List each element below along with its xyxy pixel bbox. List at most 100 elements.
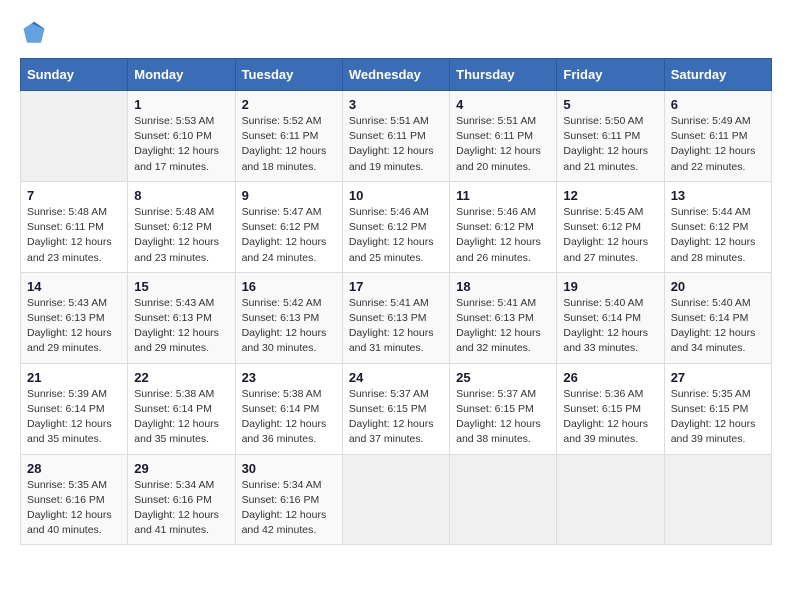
day-number: 1 [134,97,228,112]
day-info: Sunrise: 5:46 AMSunset: 6:12 PMDaylight:… [349,205,443,266]
day-info: Sunrise: 5:34 AMSunset: 6:16 PMDaylight:… [242,478,336,539]
calendar-cell: 22 Sunrise: 5:38 AMSunset: 6:14 PMDayligh… [128,363,235,454]
day-info: Sunrise: 5:40 AMSunset: 6:14 PMDaylight:… [563,296,657,357]
day-number: 29 [134,461,228,476]
day-info: Sunrise: 5:51 AMSunset: 6:11 PMDaylight:… [349,114,443,175]
col-header-monday: Monday [128,59,235,91]
day-number: 22 [134,370,228,385]
day-number: 9 [242,188,336,203]
day-info: Sunrise: 5:35 AMSunset: 6:15 PMDaylight:… [671,387,765,448]
day-info: Sunrise: 5:45 AMSunset: 6:12 PMDaylight:… [563,205,657,266]
col-header-sunday: Sunday [21,59,128,91]
day-number: 2 [242,97,336,112]
col-header-tuesday: Tuesday [235,59,342,91]
calendar-table: SundayMondayTuesdayWednesdayThursdayFrid… [20,58,772,545]
calendar-cell: 29 Sunrise: 5:34 AMSunset: 6:16 PMDayligh… [128,454,235,545]
day-number: 24 [349,370,443,385]
day-info: Sunrise: 5:52 AMSunset: 6:11 PMDaylight:… [242,114,336,175]
calendar-week-row: 1 Sunrise: 5:53 AMSunset: 6:10 PMDaylight… [21,91,772,182]
day-info: Sunrise: 5:40 AMSunset: 6:14 PMDaylight:… [671,296,765,357]
calendar-cell: 25Sunrise: 5:37 AMSunset: 6:15 PMDayligh… [450,363,557,454]
calendar-cell [450,454,557,545]
calendar-cell [557,454,664,545]
day-info: Sunrise: 5:50 AMSunset: 6:11 PMDaylight:… [563,114,657,175]
day-number: 21 [27,370,121,385]
calendar-cell: 20 Sunrise: 5:40 AMSunset: 6:14 PMDayligh… [664,272,771,363]
calendar-cell: 27 Sunrise: 5:35 AMSunset: 6:15 PMDayligh… [664,363,771,454]
day-info: Sunrise: 5:34 AMSunset: 6:16 PMDaylight:… [134,478,228,539]
day-info: Sunrise: 5:41 AMSunset: 6:13 PMDaylight:… [456,296,550,357]
calendar-cell: 14 Sunrise: 5:43 AMSunset: 6:13 PMDayligh… [21,272,128,363]
day-info: Sunrise: 5:46 AMSunset: 6:12 PMDaylight:… [456,205,550,266]
day-number: 18 [456,279,550,294]
day-number: 14 [27,279,121,294]
col-header-wednesday: Wednesday [342,59,449,91]
day-number: 17 [349,279,443,294]
day-info: Sunrise: 5:37 AMSunset: 6:15 PMDaylight:… [456,387,550,448]
calendar-cell: 17 Sunrise: 5:41 AMSunset: 6:13 PMDayligh… [342,272,449,363]
calendar-cell: 13 Sunrise: 5:44 AMSunset: 6:12 PMDayligh… [664,181,771,272]
day-number: 7 [27,188,121,203]
calendar-cell [342,454,449,545]
page-header [20,20,772,48]
calendar-cell [664,454,771,545]
day-info: Sunrise: 5:42 AMSunset: 6:13 PMDaylight:… [242,296,336,357]
day-info: Sunrise: 5:53 AMSunset: 6:10 PMDaylight:… [134,114,228,175]
day-number: 20 [671,279,765,294]
day-number: 6 [671,97,765,112]
calendar-cell: 1 Sunrise: 5:53 AMSunset: 6:10 PMDaylight… [128,91,235,182]
day-info: Sunrise: 5:43 AMSunset: 6:13 PMDaylight:… [134,296,228,357]
calendar-week-row: 28 Sunrise: 5:35 AMSunset: 6:16 PMDayligh… [21,454,772,545]
day-info: Sunrise: 5:39 AMSunset: 6:14 PMDaylight:… [27,387,121,448]
day-info: Sunrise: 5:35 AMSunset: 6:16 PMDaylight:… [27,478,121,539]
calendar-header-row: SundayMondayTuesdayWednesdayThursdayFrid… [21,59,772,91]
calendar-cell: 26 Sunrise: 5:36 AMSunset: 6:15 PMDayligh… [557,363,664,454]
day-number: 11 [456,188,550,203]
calendar-cell: 12Sunrise: 5:45 AMSunset: 6:12 PMDayligh… [557,181,664,272]
day-info: Sunrise: 5:36 AMSunset: 6:15 PMDaylight:… [563,387,657,448]
calendar-cell: 21 Sunrise: 5:39 AMSunset: 6:14 PMDayligh… [21,363,128,454]
col-header-friday: Friday [557,59,664,91]
day-number: 19 [563,279,657,294]
day-number: 3 [349,97,443,112]
calendar-cell: 16 Sunrise: 5:42 AMSunset: 6:13 PMDayligh… [235,272,342,363]
calendar-cell: 19 Sunrise: 5:40 AMSunset: 6:14 PMDayligh… [557,272,664,363]
calendar-cell: 2 Sunrise: 5:52 AMSunset: 6:11 PMDaylight… [235,91,342,182]
day-number: 4 [456,97,550,112]
day-number: 30 [242,461,336,476]
day-info: Sunrise: 5:43 AMSunset: 6:13 PMDaylight:… [27,296,121,357]
day-number: 27 [671,370,765,385]
day-number: 15 [134,279,228,294]
calendar-cell [21,91,128,182]
calendar-week-row: 21 Sunrise: 5:39 AMSunset: 6:14 PMDayligh… [21,363,772,454]
day-number: 28 [27,461,121,476]
calendar-cell: 10 Sunrise: 5:46 AMSunset: 6:12 PMDayligh… [342,181,449,272]
calendar-cell: 9 Sunrise: 5:47 AMSunset: 6:12 PMDaylight… [235,181,342,272]
calendar-cell: 28 Sunrise: 5:35 AMSunset: 6:16 PMDayligh… [21,454,128,545]
day-info: Sunrise: 5:41 AMSunset: 6:13 PMDaylight:… [349,296,443,357]
day-number: 16 [242,279,336,294]
calendar-cell: 11 Sunrise: 5:46 AMSunset: 6:12 PMDayligh… [450,181,557,272]
calendar-cell: 24 Sunrise: 5:37 AMSunset: 6:15 PMDayligh… [342,363,449,454]
calendar-cell: 18 Sunrise: 5:41 AMSunset: 6:13 PMDayligh… [450,272,557,363]
day-info: Sunrise: 5:44 AMSunset: 6:12 PMDaylight:… [671,205,765,266]
calendar-cell: 15 Sunrise: 5:43 AMSunset: 6:13 PMDayligh… [128,272,235,363]
day-number: 5 [563,97,657,112]
calendar-week-row: 14 Sunrise: 5:43 AMSunset: 6:13 PMDayligh… [21,272,772,363]
calendar-cell: 4 Sunrise: 5:51 AMSunset: 6:11 PMDaylight… [450,91,557,182]
day-info: Sunrise: 5:49 AMSunset: 6:11 PMDaylight:… [671,114,765,175]
day-info: Sunrise: 5:38 AMSunset: 6:14 PMDaylight:… [134,387,228,448]
day-info: Sunrise: 5:51 AMSunset: 6:11 PMDaylight:… [456,114,550,175]
calendar-cell: 6 Sunrise: 5:49 AMSunset: 6:11 PMDaylight… [664,91,771,182]
day-number: 13 [671,188,765,203]
day-number: 26 [563,370,657,385]
calendar-cell: 8Sunrise: 5:48 AMSunset: 6:12 PMDaylight… [128,181,235,272]
calendar-cell: 3 Sunrise: 5:51 AMSunset: 6:11 PMDaylight… [342,91,449,182]
day-number: 8 [134,188,228,203]
day-number: 10 [349,188,443,203]
logo [20,20,52,48]
day-info: Sunrise: 5:47 AMSunset: 6:12 PMDaylight:… [242,205,336,266]
day-number: 23 [242,370,336,385]
day-info: Sunrise: 5:37 AMSunset: 6:15 PMDaylight:… [349,387,443,448]
calendar-week-row: 7Sunrise: 5:48 AMSunset: 6:11 PMDaylight… [21,181,772,272]
